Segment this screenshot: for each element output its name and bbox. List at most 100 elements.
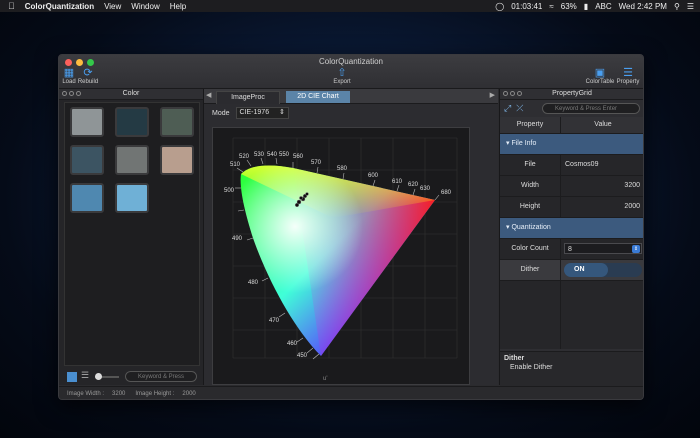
column-divider — [560, 281, 561, 349]
property-header-row: Property Value — [500, 117, 643, 134]
wl-580: 580 — [337, 166, 348, 172]
panel-close-icon[interactable] — [503, 91, 508, 96]
wl-450: 450 — [297, 353, 308, 359]
property-table: Property Value ▾ File Info File Cosmos09… — [500, 117, 643, 349]
cie-chart[interactable]: 510 520 530 540 550 560 570 580 600 610 … — [212, 127, 470, 385]
grid-view-icon[interactable] — [67, 372, 77, 382]
tab-left-arrow-icon[interactable]: ◀ — [206, 91, 211, 99]
tab-imageproc[interactable]: ImageProc — [216, 91, 280, 104]
export-icon: ⇧ — [337, 67, 347, 79]
expand-icon[interactable]: ⤢ — [504, 103, 511, 114]
battery-icon[interactable]: ▮ — [584, 2, 588, 11]
load-button[interactable]: ▦ Load — [62, 67, 76, 85]
wl-610: 610 — [392, 179, 403, 185]
status-width-value: 3200 — [112, 390, 126, 397]
property-search-input[interactable]: Keyword & Press Enter — [542, 103, 640, 114]
status-height-label: Image Height : — [135, 390, 175, 397]
apple-menu-icon[interactable]:  — [8, 1, 15, 11]
wifi-icon[interactable]: ≈ — [549, 2, 553, 11]
color-swatch-5[interactable] — [115, 145, 149, 175]
wl-490: 490 — [232, 236, 243, 242]
wl-470: 470 — [269, 318, 280, 324]
menu-window[interactable]: Window — [131, 2, 159, 11]
menu-bar:  ColorQuantization View Window Help ◯ 0… — [0, 0, 700, 12]
wl-540: 540 — [267, 152, 278, 158]
color-swatch-3[interactable] — [160, 107, 194, 137]
width-value[interactable]: 3200 — [560, 176, 643, 196]
property-description: Dither Enable Dither — [500, 351, 643, 386]
file-value[interactable]: Cosmos09 — [560, 155, 643, 175]
panel-zoom-icon[interactable] — [517, 91, 522, 96]
property-row-height: Height 2000 — [500, 197, 643, 218]
color-panel-footer: ☰ Keyword & Press — [59, 369, 203, 385]
updown-icon: ⇕ — [279, 109, 285, 116]
property-button[interactable]: ☰ Property — [615, 67, 641, 85]
panel-min-icon[interactable] — [510, 91, 515, 96]
category-quantization[interactable]: ▾ Quantization — [500, 218, 643, 239]
cie-white-point — [240, 165, 435, 356]
dropdown-icon: ⇕ — [632, 245, 640, 253]
dither-cell: ON — [560, 260, 643, 280]
folder-icon: ▦ — [63, 67, 75, 79]
height-value[interactable]: 2000 — [560, 197, 643, 217]
mode-label: Mode — [212, 109, 230, 117]
color-swatch-2[interactable] — [115, 107, 149, 137]
description-text: Enable Dither — [510, 364, 553, 371]
wl-520: 520 — [239, 154, 250, 160]
menu-view[interactable]: View — [104, 2, 121, 11]
tab-2d-cie-chart[interactable]: 2D CIE Chart — [286, 91, 350, 103]
color-swatch-7[interactable] — [70, 183, 104, 213]
color-swatch-1[interactable] — [70, 107, 104, 137]
export-button[interactable]: ⇧ Export — [331, 67, 353, 85]
mode-select[interactable]: CIE-1976 ⇕ — [235, 107, 289, 119]
tab-right-arrow-icon[interactable]: ▶ — [490, 91, 495, 99]
wl-680: 680 — [441, 190, 452, 196]
category-file-info[interactable]: ▾ File Info — [500, 134, 643, 155]
battery-text: 63% — [560, 1, 577, 11]
cie-chart-svg: 510 520 530 540 550 560 570 580 600 610 … — [224, 137, 458, 382]
color-swatch-4[interactable] — [70, 145, 104, 175]
list-icon: ☰ — [623, 67, 633, 79]
color-swatch-8[interactable] — [115, 183, 149, 213]
color-panel-title: Color — [122, 90, 140, 97]
height-label: Height — [519, 203, 541, 210]
category-quantization-text: Quantization — [511, 224, 551, 231]
panel-min-icon[interactable] — [69, 91, 74, 96]
property-panel-title: PropertyGrid — [552, 90, 592, 97]
color-search-input[interactable]: Keyword & Press — [125, 371, 197, 382]
color-count-select[interactable]: 8 ⇕ — [564, 243, 642, 254]
property-row-dither: Dither ON — [500, 260, 643, 281]
clock[interactable]: Wed 2:42 PM — [619, 2, 667, 11]
collapse-icon[interactable]: ⤫ — [516, 103, 523, 114]
property-row-width: Width 3200 — [500, 176, 643, 197]
title-bar: ColorQuantization ▦ Load ⟳ Rebuild ⇧ Exp… — [59, 55, 643, 89]
category-quantization-label: ▾ Quantization — [506, 224, 551, 231]
file-label: File — [524, 161, 536, 168]
color-panel-header: Color — [59, 89, 203, 100]
wl-620: 620 — [408, 182, 419, 188]
rebuild-label: Rebuild — [77, 79, 99, 85]
search-icon[interactable]: ⚲ — [674, 2, 680, 11]
menu-app-name[interactable]: ColorQuantization — [25, 2, 94, 11]
timer-icon[interactable]: ◯ — [495, 2, 504, 11]
window-title: ColorQuantization — [318, 57, 384, 66]
panel-zoom-icon[interactable] — [76, 91, 81, 96]
wl-600: 600 — [368, 173, 379, 179]
property-grid-panel: PropertyGrid ⤢ ⤫ Keyword & Press Enter P… — [499, 89, 643, 386]
dither-toggle-on: ON — [564, 263, 608, 277]
menu-help[interactable]: Help — [170, 2, 186, 11]
list-view-icon[interactable]: ☰ — [81, 370, 89, 381]
width-label: Width — [521, 182, 539, 189]
status-width-label: Image Width : — [67, 390, 105, 397]
color-swatch-6[interactable] — [160, 145, 194, 175]
timer-text: 01:03:41 — [511, 1, 543, 11]
menu-list-icon[interactable]: ☰ — [687, 2, 694, 11]
size-slider-knob[interactable] — [95, 373, 102, 380]
dither-label: Dither — [520, 266, 540, 273]
panel-close-icon[interactable] — [62, 91, 67, 96]
rebuild-button[interactable]: ⟳ Rebuild — [77, 67, 99, 85]
colortable-button[interactable]: ▣ ColorTable — [585, 67, 615, 85]
status-height-value: 2000 — [182, 390, 196, 397]
input-source[interactable]: ABC — [595, 2, 611, 11]
dither-toggle[interactable]: ON — [564, 263, 642, 277]
